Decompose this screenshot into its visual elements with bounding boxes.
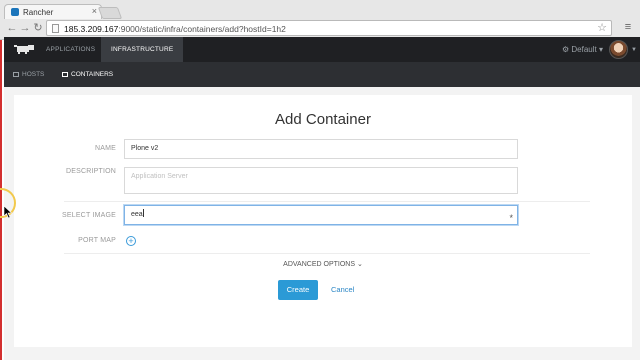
environment-selector[interactable]: ⚙ Default ▾ bbox=[562, 37, 603, 62]
description-label: DESCRIPTION bbox=[65, 168, 116, 175]
environment-icon: ⚙ bbox=[562, 45, 570, 54]
environment-label: Default bbox=[571, 45, 597, 54]
browser-toolbar: Rancher × ← → ↻ 185.3.209.167:9000/stati… bbox=[0, 0, 640, 40]
page-icon bbox=[52, 24, 59, 33]
rancher-logo[interactable] bbox=[14, 44, 36, 54]
address-bar[interactable]: 185.3.209.167:9000/static/infra/containe… bbox=[46, 20, 612, 36]
divider bbox=[64, 253, 590, 254]
select-image-input[interactable]: eea * bbox=[124, 205, 518, 225]
text-caret bbox=[142, 209, 144, 217]
subnav-containers[interactable]: CONTAINERS bbox=[62, 62, 113, 87]
star-icon[interactable]: ☆ bbox=[597, 21, 607, 35]
name-label: NAME bbox=[94, 145, 116, 152]
url-text: 185.3.209.167:9000/static/infra/containe… bbox=[64, 24, 286, 34]
main-content: Add Container NAME Plone v2 DESCRIPTION … bbox=[4, 87, 640, 360]
close-tab-icon[interactable]: × bbox=[92, 6, 97, 16]
create-button[interactable]: Create bbox=[278, 280, 318, 300]
nav-infrastructure[interactable]: INFRASTRUCTURE bbox=[101, 37, 184, 62]
name-input[interactable]: Plone v2 bbox=[124, 139, 518, 159]
chevron-down-icon: ▾ bbox=[599, 45, 604, 54]
sub-navbar: HOSTS CONTAINERS bbox=[4, 62, 640, 87]
browser-tab[interactable]: Rancher × bbox=[4, 4, 102, 19]
new-tab-button[interactable] bbox=[97, 7, 123, 19]
advanced-options-toggle[interactable]: ADVANCED OPTIONS ⌄ bbox=[14, 260, 632, 268]
select-image-label: SELECT IMAGE bbox=[61, 212, 116, 219]
subnav-containers-label: CONTAINERS bbox=[71, 71, 114, 78]
add-port-map-button[interactable]: + bbox=[126, 236, 136, 246]
page-title: Add Container bbox=[275, 111, 371, 128]
forward-arrow-icon[interactable]: → bbox=[19, 21, 31, 35]
select-image-value: eea bbox=[131, 211, 143, 218]
avatar-chevron-down-icon[interactable]: ▼ bbox=[631, 47, 637, 53]
hamburger-menu-icon[interactable]: ≡ bbox=[622, 21, 634, 34]
containers-icon bbox=[62, 72, 68, 77]
port-map-label: PORT MAP bbox=[78, 237, 116, 244]
rancher-favicon-icon bbox=[11, 8, 19, 16]
tab-title: Rancher bbox=[23, 8, 54, 17]
add-container-form: Add Container NAME Plone v2 DESCRIPTION … bbox=[14, 95, 632, 347]
required-asterisk: * bbox=[509, 213, 513, 223]
mouse-cursor-icon bbox=[4, 206, 12, 218]
description-placeholder: Application Server bbox=[131, 173, 188, 180]
app-navbar: APPLICATIONS INFRASTRUCTURE ⚙ Default ▾ … bbox=[4, 37, 640, 62]
subnav-hosts-label: HOSTS bbox=[22, 71, 45, 78]
hosts-icon bbox=[13, 72, 19, 77]
subnav-hosts[interactable]: HOSTS bbox=[13, 62, 44, 87]
avatar[interactable] bbox=[609, 40, 628, 59]
nav-applications[interactable]: APPLICATIONS bbox=[36, 37, 105, 62]
divider bbox=[64, 201, 590, 202]
back-arrow-icon[interactable]: ← bbox=[6, 21, 18, 35]
cancel-button[interactable]: Cancel bbox=[331, 280, 354, 300]
reload-icon[interactable]: ↻ bbox=[32, 21, 44, 35]
description-textarea[interactable]: Application Server bbox=[124, 167, 518, 194]
